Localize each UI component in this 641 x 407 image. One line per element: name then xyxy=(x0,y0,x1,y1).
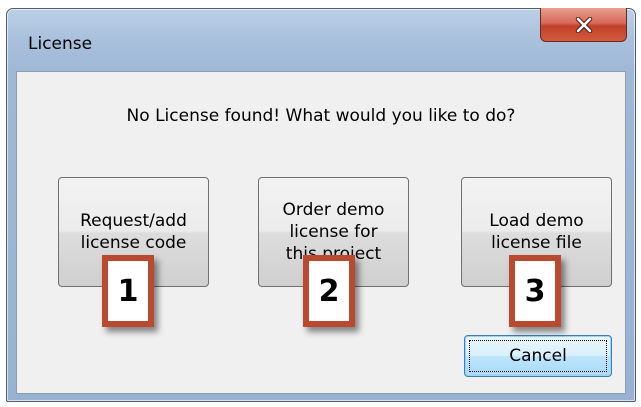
cancel-label: Cancel xyxy=(509,346,567,366)
request-add-license-code-label: Request/add license code xyxy=(80,211,187,253)
callout-badge-2: 2 xyxy=(303,255,355,327)
close-button[interactable] xyxy=(540,8,627,42)
license-dialog-window: License No License found! What would you… xyxy=(6,8,636,402)
title-bar[interactable]: License xyxy=(7,8,635,67)
dialog-message: No License found! What would you like to… xyxy=(126,106,516,126)
window-title: License xyxy=(28,34,93,54)
callout-badge-3: 3 xyxy=(509,255,561,327)
load-demo-license-file-label: Load demo license file xyxy=(489,211,584,253)
dialog-client-area: No License found! What would you like to… xyxy=(16,71,626,394)
close-x-icon xyxy=(575,16,593,33)
callout-badge-1: 1 xyxy=(102,255,154,327)
cancel-button[interactable]: Cancel xyxy=(464,335,612,377)
